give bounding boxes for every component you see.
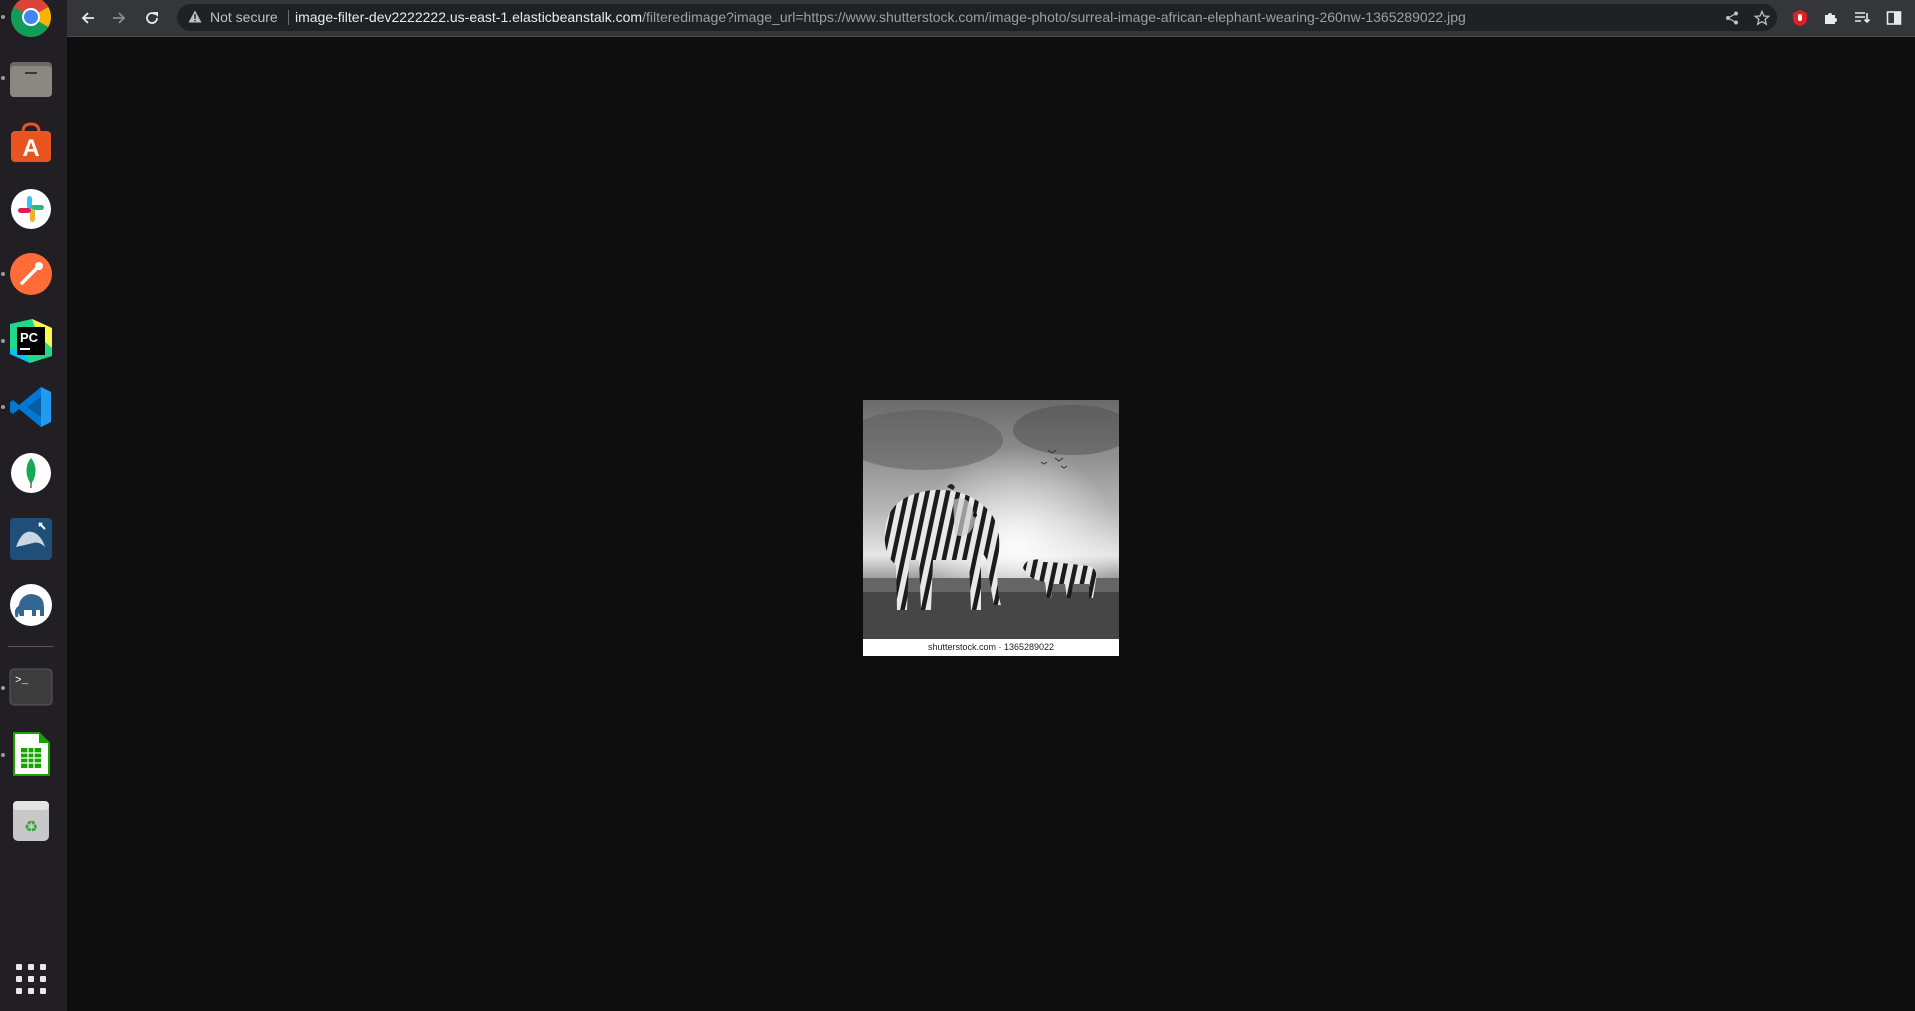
slack-icon [11, 189, 51, 229]
dock-app-mysql-workbench[interactable] [8, 516, 54, 562]
back-icon [81, 12, 94, 24]
not-secure-label[interactable]: Not secure [210, 9, 278, 25]
profile-button[interactable] [1911, 4, 1915, 32]
dock-separator [8, 646, 54, 647]
image-watermark-caption: shutterstock.com · 1365289022 [863, 639, 1119, 656]
reload-button[interactable] [138, 4, 166, 32]
svg-text:A: A [22, 135, 39, 162]
mysql-workbench-icon [10, 518, 52, 560]
dock-app-vscode[interactable] [8, 384, 54, 430]
terminal-icon: >_ [9, 668, 53, 706]
url-path: /filteredimage?image_url=https://www.shu… [642, 9, 1466, 25]
filtered-image[interactable]: shutterstock.com · 1365289022 [863, 400, 1119, 656]
extension-red-button[interactable] [1786, 4, 1814, 32]
reading-list-icon [1855, 12, 1870, 24]
extensions-puzzle-icon [1825, 13, 1837, 24]
show-applications-button[interactable] [8, 956, 54, 1002]
dock-app-pgadmin[interactable] [8, 582, 54, 628]
dock-app-mongodb-compass[interactable] [8, 450, 54, 496]
running-indicator [1, 753, 5, 757]
share-icon [1726, 11, 1738, 25]
reload-icon [146, 12, 158, 24]
address-separator [288, 10, 289, 25]
running-indicator [1, 339, 5, 343]
browser-toolbar: Not secure image-filter-dev2222222.us-ea… [67, 0, 1915, 37]
dock-app-libreoffice-calc[interactable] [8, 731, 54, 777]
running-indicator [1, 272, 5, 276]
files-icon [10, 62, 52, 97]
extensions-button[interactable] [1817, 4, 1845, 32]
dock-app-terminal[interactable]: >_ [8, 664, 54, 710]
svg-text:PC: PC [20, 330, 39, 345]
dock-app-slack[interactable] [8, 186, 54, 232]
dock-app-postman[interactable] [8, 251, 54, 297]
forward-icon [113, 12, 126, 24]
bookmark-button[interactable] [1748, 4, 1776, 32]
app-grid-icon [16, 964, 46, 994]
svg-text:>_: >_ [15, 675, 29, 687]
address-bar[interactable]: Not secure image-filter-dev2222222.us-ea… [177, 4, 1777, 31]
bookmark-star-icon [1754, 10, 1770, 26]
dock-app-ubuntu-software[interactable]: A [8, 119, 54, 165]
side-panel-button[interactable] [1880, 4, 1908, 32]
dock-app-files[interactable] [8, 55, 54, 101]
software-store-icon: A [11, 122, 51, 162]
dock-app-pycharm[interactable]: PC [8, 318, 54, 364]
svg-text:♻: ♻ [24, 817, 38, 836]
extension-red-icon [1793, 10, 1807, 26]
postman-icon [10, 253, 52, 295]
pycharm-icon: PC [10, 319, 52, 363]
warning-triangle-icon[interactable] [188, 10, 202, 23]
running-indicator [1, 405, 5, 409]
reading-list-button[interactable] [1848, 4, 1876, 32]
url-host: image-filter-dev2222222.us-east-1.elasti… [295, 9, 643, 25]
running-indicator [1, 15, 5, 19]
page-viewport: shutterstock.com · 1365289022 [67, 37, 1915, 1011]
mongodb-icon [11, 453, 51, 493]
chrome-icon [11, 0, 51, 37]
url-text[interactable]: image-filter-dev2222222.us-east-1.elasti… [295, 9, 1466, 25]
share-button[interactable] [1718, 4, 1746, 32]
grayscale-photo [863, 400, 1119, 639]
dock-app-chrome[interactable] [8, 0, 54, 40]
ubuntu-dock: A PC >_ ♻ [0, 0, 68, 1011]
trash-icon: ♻ [13, 801, 49, 841]
side-panel-icon [1886, 11, 1902, 25]
vscode-icon [10, 387, 51, 427]
back-button[interactable] [74, 4, 102, 32]
dock-app-trash[interactable]: ♻ [8, 797, 54, 843]
pgadmin-elephant-icon [10, 584, 52, 626]
forward-button[interactable] [105, 4, 133, 32]
running-indicator [1, 686, 5, 690]
libreoffice-calc-icon [13, 732, 50, 776]
running-indicator [1, 76, 5, 80]
